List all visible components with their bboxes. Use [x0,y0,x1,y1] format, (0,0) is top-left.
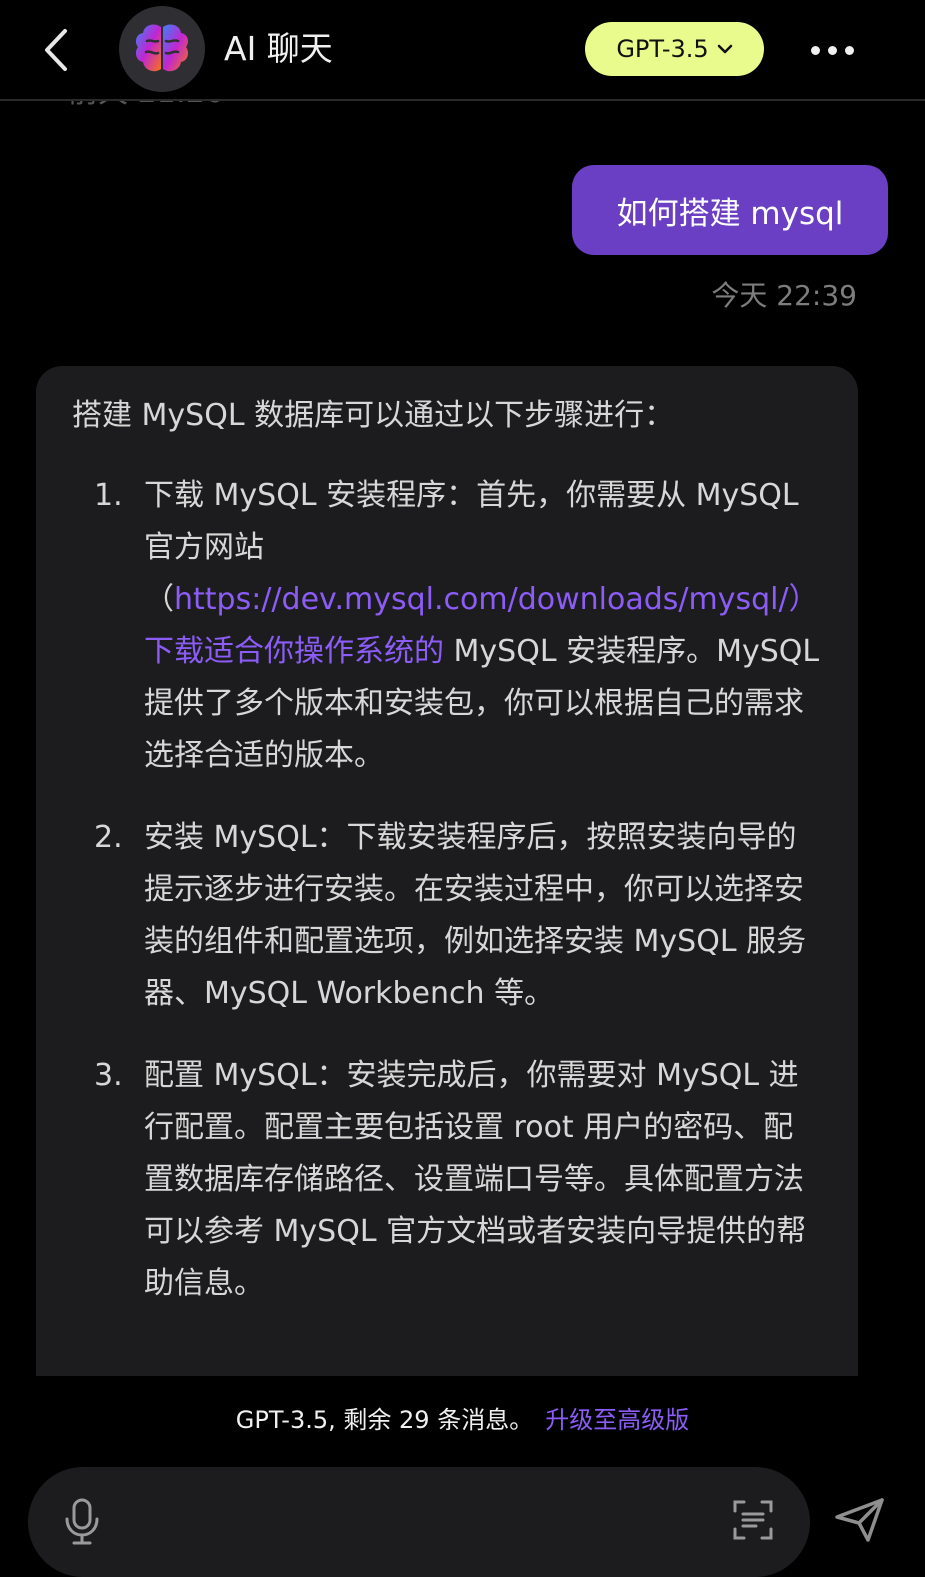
step-text: 配置 MySQL：安装完成后，你需要对 MySQL 进行配置。配置主要包括设置 … [144,1058,807,1301]
list-number: 3. [94,1058,123,1093]
microphone-icon [65,1498,99,1545]
back-button[interactable] [34,24,78,76]
send-button[interactable] [832,1494,888,1546]
message-timestamp: 今天 22:39 [711,279,857,312]
page-title: AI 聊天 [224,29,333,68]
step-text: 安装 MySQL：下载安装程序后，按照安装向导的提示逐步进行安装。在安装过程中，… [144,820,807,1011]
chevron-down-icon [717,44,732,54]
ai-intro-text: 搭建 MySQL 数据库可以通过以下步骤进行： [72,398,675,433]
ai-message-bubble[interactable]: 搭建 MySQL 数据库可以通过以下步骤进行： 1. 下载 MySQL 安装程序… [36,366,858,1376]
list-number: 1. [94,478,123,513]
model-label: GPT-3.5 [616,35,709,63]
chat-header: AI 聊天 GPT-3.5 [0,0,925,101]
more-button[interactable] [805,30,859,70]
list-number: 2. [94,820,123,855]
scan-icon [733,1500,773,1540]
chevron-left-icon [45,29,67,71]
more-horizontal-icon [810,45,820,55]
quota-text: GPT-3.5, 剩余 29 条消息。 [235,1406,534,1434]
user-message-text: 如何搭建 mysql [616,195,844,232]
brain-icon [135,24,189,72]
voice-input-button[interactable] [56,1496,108,1548]
list-item: 1. 下载 MySQL 安装程序：首先，你需要从 MySQL 官方网站（http… [72,470,822,782]
ai-step-list: 1. 下载 MySQL 安装程序：首先，你需要从 MySQL 官方网站（http… [72,470,822,1310]
send-icon [835,1498,884,1542]
quota-notice: GPT-3.5, 剩余 29 条消息。 升级至高级版 [0,1400,925,1435]
scan-button[interactable] [728,1496,778,1544]
avatar[interactable] [119,6,205,92]
model-selector[interactable]: GPT-3.5 [585,22,764,76]
user-message-bubble[interactable]: 如何搭建 mysql [572,165,888,255]
list-item: 3. 配置 MySQL：安装完成后，你需要对 MySQL 进行配置。配置主要包括… [72,1050,822,1310]
upgrade-link[interactable]: 升级至高级版 [545,1406,689,1434]
list-item: 2. 安装 MySQL：下载安装程序后，按照安装向导的提示逐步进行安装。在安装过… [72,812,822,1020]
